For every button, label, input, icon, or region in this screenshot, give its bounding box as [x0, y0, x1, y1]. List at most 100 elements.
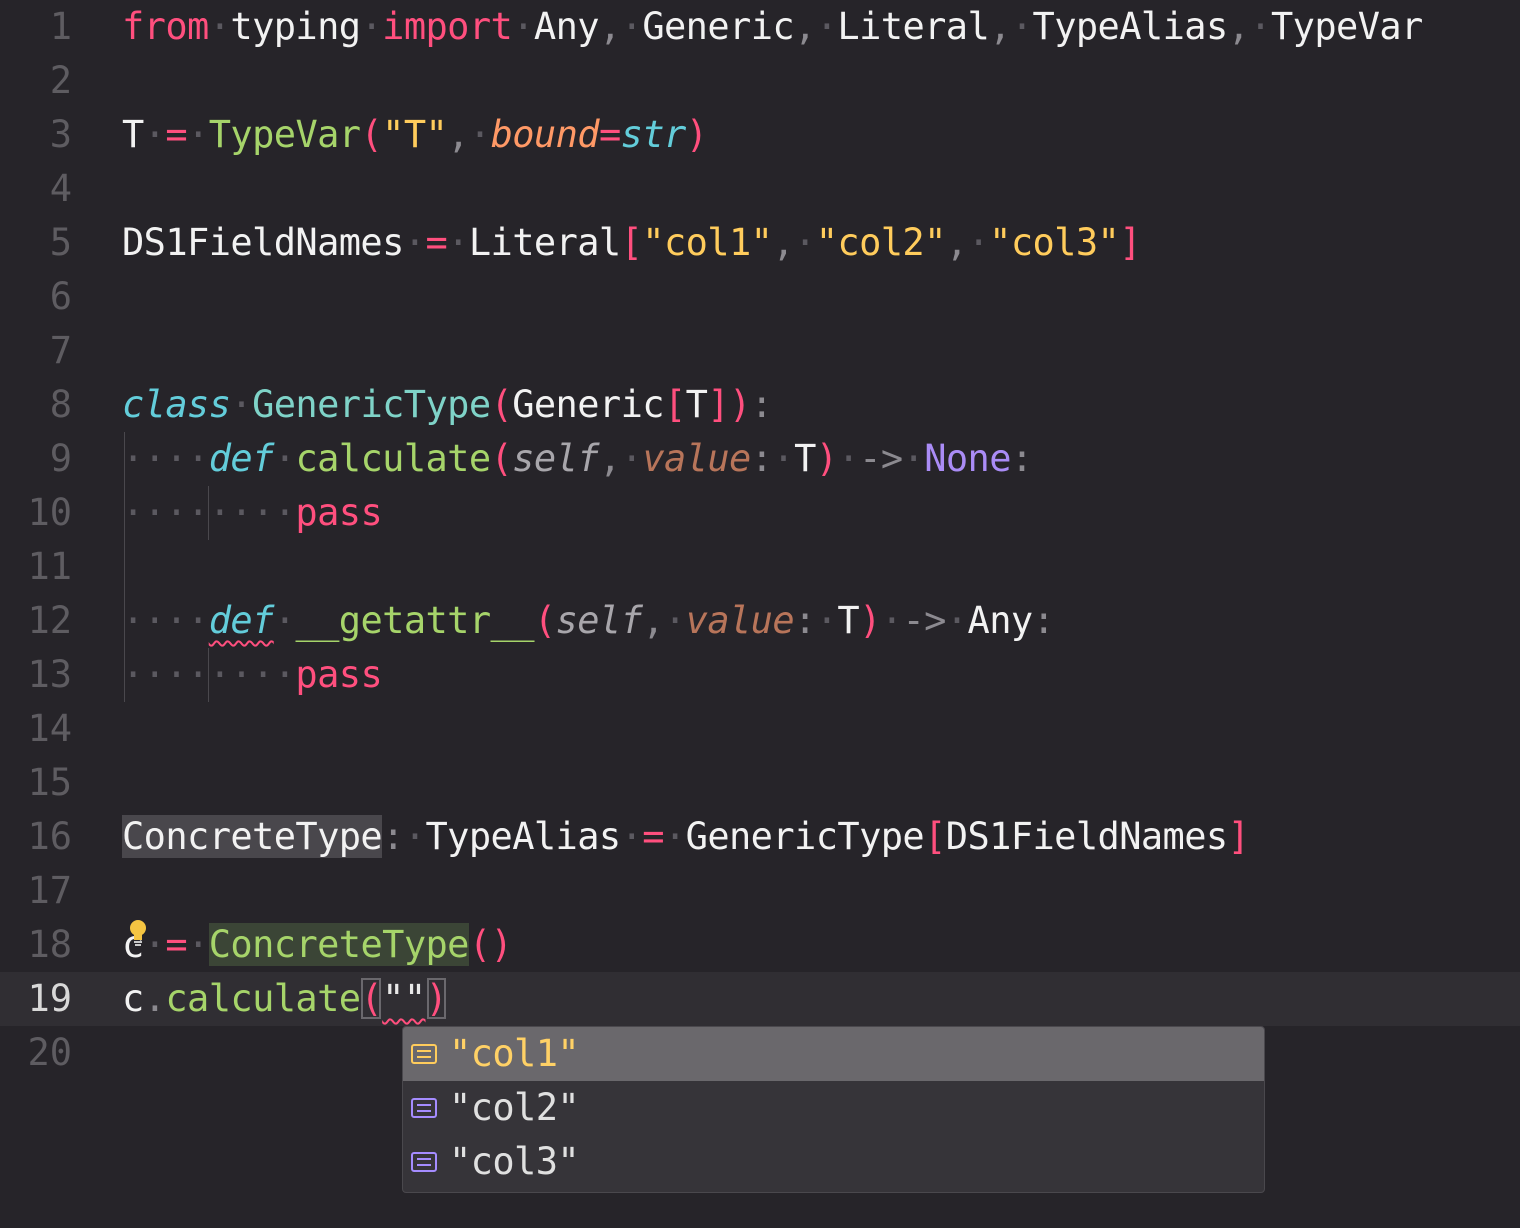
suggestion-item[interactable]: "col3": [403, 1135, 1264, 1189]
code-line[interactable]: 8 class·GenericType(Generic[T]):: [0, 378, 1520, 432]
identifier: TypeVar: [1271, 5, 1423, 48]
line-content: ····def·__getattr__(self,·value:·T)·->·A…: [122, 599, 1055, 642]
enum-member-icon: [411, 1044, 437, 1064]
code-line[interactable]: 10 ········pass: [0, 486, 1520, 540]
line-number: 17: [27, 869, 72, 912]
operator: =: [165, 113, 188, 156]
line-number: 6: [49, 275, 72, 318]
suggestion-item[interactable]: "col1": [403, 1027, 1264, 1081]
autocomplete-popup[interactable]: "col1" "col2" "col3": [402, 1026, 1265, 1193]
suggestion-item[interactable]: "col2": [403, 1081, 1264, 1135]
operator: =: [425, 221, 448, 264]
keyword: def: [208, 437, 275, 480]
line-content: ····def·calculate(self,·value:·T)·->·Non…: [122, 437, 1033, 480]
line-content: T·=·TypeVar("T",·bound=str): [122, 113, 708, 156]
code-line[interactable]: 2: [0, 54, 1520, 108]
line-number: 20: [27, 1031, 72, 1074]
line-content: ········pass: [122, 491, 383, 534]
keyword: pass: [295, 653, 383, 696]
line-content: c·=·ConcreteType(): [122, 923, 513, 966]
lightbulb-icon[interactable]: [128, 918, 148, 948]
function-call: TypeVar: [208, 113, 361, 156]
identifier: GenericType: [685, 815, 925, 858]
code-line[interactable]: 15: [0, 756, 1520, 810]
code-line[interactable]: 12 ····def·__getattr__(self,·value:·T)·-…: [0, 594, 1520, 648]
suggestion-label: "col2": [449, 1086, 580, 1129]
line-number: 8: [49, 383, 72, 426]
code-line[interactable]: 6: [0, 270, 1520, 324]
code-line[interactable]: 7: [0, 324, 1520, 378]
line-number: 19: [27, 977, 72, 1020]
line-content: ········pass: [122, 653, 383, 696]
line-number: 10: [27, 491, 72, 534]
parameter: value: [642, 437, 751, 480]
line-number: 15: [27, 761, 72, 804]
identifier: T: [837, 599, 860, 642]
operator: =: [598, 113, 621, 156]
identifier: TypeAlias: [1032, 5, 1229, 48]
function-name: calculate: [295, 437, 491, 480]
string-literal: "": [382, 977, 426, 1020]
line-number: 14: [27, 707, 72, 750]
identifier: T: [122, 113, 144, 156]
line-number: 5: [49, 221, 72, 264]
code-line[interactable]: 1 from·typing·import·Any,·Generic,·Liter…: [0, 0, 1520, 54]
code-line[interactable]: 3 T·=·TypeVar("T",·bound=str): [0, 108, 1520, 162]
keyword: pass: [295, 491, 383, 534]
line-content: ConcreteType:·TypeAlias·=·GenericType[DS…: [122, 815, 1250, 858]
identifier: DS1FieldNames: [945, 815, 1228, 858]
code-line[interactable]: 17: [0, 864, 1520, 918]
method-call: calculate: [165, 977, 361, 1020]
line-content: c.calculate(""): [122, 977, 448, 1020]
keyword: import: [382, 5, 513, 48]
line-number: 16: [27, 815, 72, 858]
code-line[interactable]: 18 c·=·ConcreteType(): [0, 918, 1520, 972]
operator: =: [642, 815, 664, 858]
line-number: 13: [27, 653, 72, 696]
keyword: class: [122, 383, 231, 426]
function-call: ConcreteType: [208, 923, 469, 966]
parameter: self: [512, 437, 599, 480]
line-number: 2: [49, 59, 72, 102]
line-content: DS1FieldNames·=·Literal["col1",·"col2",·…: [122, 221, 1141, 264]
arrow: ->: [859, 437, 903, 480]
code-line[interactable]: 9 ····def·calculate(self,·value:·T)·->·N…: [0, 432, 1520, 486]
string-literal: "col3": [989, 221, 1120, 264]
parameter: self: [555, 599, 643, 642]
builtin-type: str: [620, 113, 687, 156]
string-literal: "col2": [815, 221, 947, 264]
code-line[interactable]: 13 ········pass: [0, 648, 1520, 702]
code-line[interactable]: 4: [0, 162, 1520, 216]
string-literal: "T": [382, 113, 448, 156]
identifier: Generic: [512, 383, 664, 426]
line-number: 3: [49, 113, 72, 156]
suggestion-label: "col1": [449, 1032, 580, 1075]
line-content: from·typing·import·Any,·Generic,·Literal…: [122, 5, 1423, 48]
line-content: class·GenericType(Generic[T]):: [122, 383, 773, 426]
identifier: Any: [533, 5, 600, 48]
code-line[interactable]: 11: [0, 540, 1520, 594]
line-number: 4: [49, 167, 72, 210]
identifier: Literal: [837, 5, 990, 48]
enum-member-icon: [411, 1152, 437, 1172]
identifier: T: [794, 437, 816, 480]
line-number: 9: [49, 437, 72, 480]
code-line[interactable]: 5 DS1FieldNames·=·Literal["col1",·"col2"…: [0, 216, 1520, 270]
code-editor[interactable]: 1 from·typing·import·Any,·Generic,·Liter…: [0, 0, 1520, 1228]
module: typing: [230, 5, 361, 48]
code-line-current[interactable]: 19 c.calculate(""): [0, 972, 1520, 1026]
line-number: 11: [27, 545, 72, 588]
identifier: ConcreteType: [122, 815, 383, 858]
code-line[interactable]: 14: [0, 702, 1520, 756]
function-name: __getattr__: [295, 599, 534, 642]
keyword-argument: bound: [490, 113, 600, 156]
suggestion-label: "col3": [449, 1140, 580, 1183]
line-number: 18: [27, 923, 72, 966]
identifier: c: [122, 977, 144, 1020]
keyword: from: [122, 5, 209, 48]
code-line[interactable]: 16 ConcreteType:·TypeAlias·=·GenericType…: [0, 810, 1520, 864]
identifier: Generic: [642, 5, 795, 48]
identifier: Literal: [468, 221, 621, 264]
keyword: def: [208, 599, 275, 642]
class-name: GenericType: [252, 383, 491, 426]
